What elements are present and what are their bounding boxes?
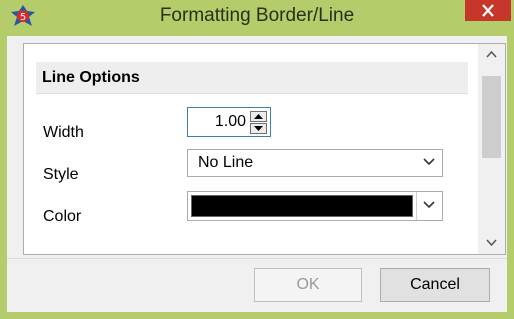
style-value: No Line — [198, 154, 254, 171]
dialog-body: Line Options Width 1.00 Style No Line Co… — [7, 36, 507, 312]
close-icon — [482, 4, 494, 17]
color-swatch — [191, 195, 413, 217]
scroll-up-button[interactable] — [478, 44, 505, 66]
close-button[interactable] — [465, 0, 511, 21]
color-picker[interactable] — [187, 191, 443, 221]
caret-up-icon — [254, 114, 263, 119]
width-label: Width — [43, 124, 84, 141]
scroll-thumb[interactable] — [482, 76, 501, 158]
cancel-button[interactable]: Cancel — [380, 268, 490, 302]
options-content: Line Options Width 1.00 Style No Line Co… — [24, 44, 478, 254]
footer-divider — [7, 258, 507, 259]
options-panel: Line Options Width 1.00 Style No Line Co… — [23, 43, 506, 255]
chevron-down-icon — [423, 201, 435, 209]
vertical-scrollbar[interactable] — [478, 44, 505, 254]
window-title: Formatting Border/Line — [159, 5, 355, 26]
style-dropdown[interactable]: No Line — [187, 149, 443, 177]
width-decrement-button[interactable] — [250, 123, 267, 134]
section-title: Line Options — [36, 62, 468, 94]
ok-button[interactable]: OK — [254, 268, 362, 302]
width-increment-button[interactable] — [250, 111, 267, 122]
caret-down-icon — [254, 126, 263, 131]
chevron-down-icon — [486, 239, 497, 246]
title-bar[interactable]: 5 Formatting Border/Line — [0, 0, 514, 36]
width-spinner[interactable]: 1.00 — [187, 107, 271, 137]
style-label: Style — [43, 166, 79, 183]
color-label: Color — [43, 208, 82, 225]
color-dropdown-button[interactable] — [416, 192, 442, 220]
chevron-up-icon — [486, 51, 497, 58]
chevron-down-icon — [423, 158, 435, 166]
scroll-down-button[interactable] — [478, 232, 505, 254]
width-input[interactable]: 1.00 — [188, 108, 246, 136]
